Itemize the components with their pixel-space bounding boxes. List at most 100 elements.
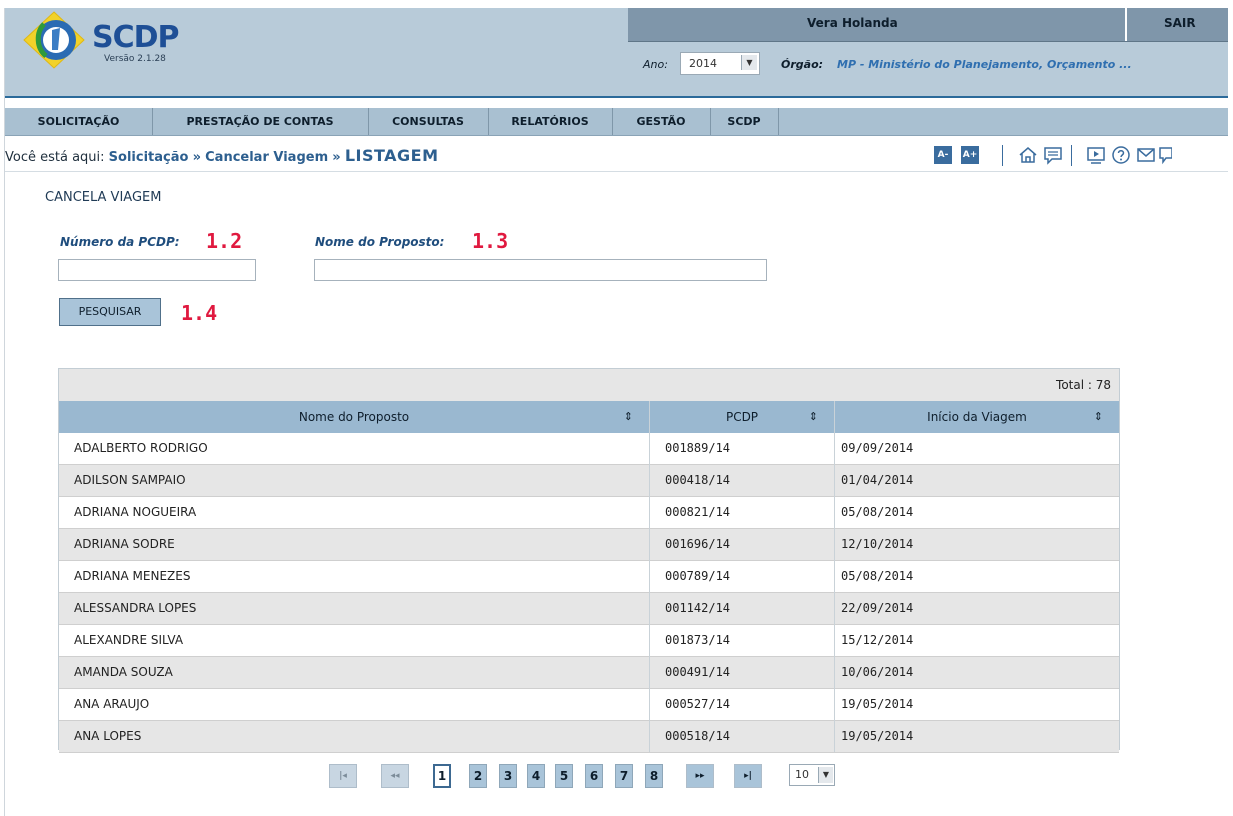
- table-row[interactable]: ANA LOPES 000518/14 19/05/2014: [59, 721, 1119, 753]
- cell-inicio: 15/12/2014: [841, 633, 914, 647]
- search-button[interactable]: PESQUISAR: [59, 298, 161, 326]
- organ-label: Órgão:: [781, 58, 824, 71]
- cell-inicio: 22/09/2014: [841, 601, 914, 615]
- sort-icon[interactable]: ⇕: [1094, 401, 1103, 433]
- page-button-6[interactable]: 6: [585, 764, 603, 788]
- column-header-pcdp[interactable]: PCDP ⇕: [650, 401, 834, 433]
- cell-inicio: 05/08/2014: [841, 505, 914, 519]
- cell-nome: ALEXANDRE SILVA: [74, 633, 184, 647]
- page-button-5[interactable]: 5: [555, 764, 573, 788]
- breadcrumb-separator-icon: »: [332, 150, 341, 165]
- table-row[interactable]: ADILSON SAMPAIO 000418/14 01/04/2014: [59, 465, 1119, 497]
- cell-pcdp: 001873/14: [665, 633, 731, 647]
- cell-nome: AMANDA SOUZA: [74, 665, 173, 679]
- video-icon[interactable]: [1085, 144, 1107, 166]
- column-header-inicio[interactable]: Início da Viagem ⇕: [835, 401, 1119, 433]
- table-row[interactable]: ADALBERTO RODRIGO 001889/14 09/09/2014: [59, 433, 1119, 465]
- menu-item-consultas[interactable]: CONSULTAS: [368, 108, 489, 135]
- cell-nome: ANA ARAUJO: [74, 697, 150, 711]
- table-row[interactable]: AMANDA SOUZA 000491/14 10/06/2014: [59, 657, 1119, 689]
- app-version: Versão 2.1.28: [104, 54, 166, 64]
- mail-icon[interactable]: [1135, 144, 1157, 166]
- table-row[interactable]: ANA ARAUJO 000527/14 19/05/2014: [59, 689, 1119, 721]
- cell-nome: ADILSON SAMPAIO: [74, 473, 186, 487]
- font-decrease-button[interactable]: A-: [934, 146, 952, 164]
- table-row[interactable]: ADRIANA SODRE 001696/14 12/10/2014: [59, 529, 1119, 561]
- breadcrumb-prefix: Você está aqui:: [5, 150, 105, 165]
- cell-inicio: 10/06/2014: [841, 665, 914, 679]
- menu-item-relatorios[interactable]: RELATÓRIOS: [488, 108, 613, 135]
- column-header-nome[interactable]: Nome do Proposto ⇕: [59, 401, 649, 433]
- cell-inicio: 09/09/2014: [841, 441, 914, 455]
- cell-nome: ADRIANA MENEZES: [74, 569, 191, 583]
- organ-value[interactable]: MP - Ministério do Planejamento, Orçamen…: [837, 58, 1132, 71]
- table-toolbar: [59, 369, 1119, 401]
- chat-icon[interactable]: [1042, 144, 1064, 166]
- divider: [1002, 145, 1003, 166]
- column-header-label: Início da Viagem: [927, 410, 1027, 424]
- cell-pcdp: 000418/14: [665, 473, 731, 487]
- cell-pcdp: 000789/14: [665, 569, 731, 583]
- cell-pcdp: 000491/14: [665, 665, 731, 679]
- page-size-select[interactable]: 10 ▼: [789, 764, 835, 786]
- menu-item-gestao[interactable]: GESTÃO: [612, 108, 711, 135]
- page-button-1[interactable]: 1: [433, 764, 451, 788]
- pcdp-label: Número da PCDP:: [60, 235, 180, 249]
- breadcrumb: Você está aqui: Solicitação » Cancelar V…: [5, 146, 439, 165]
- home-icon[interactable]: [1017, 144, 1039, 166]
- breadcrumb-item-solicitacao[interactable]: Solicitação: [109, 150, 189, 165]
- main-menu: SOLICITAÇÃO PRESTAÇÃO DE CONTAS CONSULTA…: [5, 108, 1228, 136]
- divider: [5, 171, 1228, 172]
- column-divider: [649, 401, 650, 752]
- column-divider: [834, 401, 835, 752]
- table-row[interactable]: ALESSANDRA LOPES 001142/14 22/09/2014: [59, 593, 1119, 625]
- column-header-label: Nome do Proposto: [298, 410, 410, 424]
- breadcrumb-item-cancelar-viagem[interactable]: Cancelar Viagem: [205, 150, 328, 165]
- page-button-7[interactable]: 7: [615, 764, 633, 788]
- next-page-button[interactable]: ▸▸: [686, 764, 714, 788]
- divider: [1071, 145, 1072, 166]
- cell-pcdp: 000527/14: [665, 697, 731, 711]
- cell-nome: ALESSANDRA LOPES: [74, 601, 197, 615]
- cell-inicio: 19/05/2014: [841, 697, 914, 711]
- chevron-down-icon[interactable]: ▼: [818, 767, 833, 783]
- page-button-8[interactable]: 8: [645, 764, 663, 788]
- annotation-1-3: 1.3: [472, 229, 509, 253]
- year-select-value: 2014: [689, 57, 717, 70]
- breadcrumb-current: LISTAGEM: [344, 146, 439, 165]
- last-page-button[interactable]: ▸|: [734, 764, 762, 788]
- total-count: Total : 78: [1056, 378, 1111, 392]
- year-select[interactable]: 2014 ▼: [680, 52, 760, 75]
- help-icon[interactable]: [1110, 144, 1132, 166]
- page-button-4[interactable]: 4: [527, 764, 545, 788]
- prev-page-button[interactable]: ◂◂: [381, 764, 409, 788]
- chevron-down-icon[interactable]: ▼: [741, 55, 757, 70]
- menu-item-prestacao-de-contas[interactable]: PRESTAÇÃO DE CONTAS: [152, 108, 369, 135]
- page-button-2[interactable]: 2: [469, 764, 487, 788]
- table-row[interactable]: ALEXANDRE SILVA 001873/14 15/12/2014: [59, 625, 1119, 657]
- cell-nome: ADRIANA NOGUEIRA: [74, 505, 197, 519]
- feedback-icon[interactable]: [1158, 144, 1172, 166]
- page-size-value: 10: [795, 768, 809, 781]
- breadcrumb-separator-icon: »: [192, 150, 201, 165]
- proposto-input[interactable]: [314, 259, 767, 281]
- sort-icon[interactable]: ⇕: [624, 401, 633, 433]
- app-brand: SCDP: [92, 20, 180, 55]
- menu-item-solicitacao[interactable]: SOLICITAÇÃO: [5, 108, 153, 135]
- first-page-button[interactable]: |◂: [329, 764, 357, 788]
- year-label: Ano:: [643, 58, 668, 71]
- user-bar: [628, 8, 1228, 42]
- table-row[interactable]: ADRIANA MENEZES 000789/14 05/08/2014: [59, 561, 1119, 593]
- table-row[interactable]: ADRIANA NOGUEIRA 000821/14 05/08/2014: [59, 497, 1119, 529]
- page-button-3[interactable]: 3: [499, 764, 517, 788]
- cell-pcdp: 001696/14: [665, 537, 731, 551]
- sort-icon[interactable]: ⇕: [809, 401, 818, 433]
- cell-nome: ADALBERTO RODRIGO: [74, 441, 208, 455]
- pcdp-input[interactable]: [58, 259, 256, 281]
- menu-item-scdp[interactable]: SCDP: [710, 108, 779, 135]
- logout-button[interactable]: SAIR: [1164, 16, 1196, 30]
- cell-inicio: 05/08/2014: [841, 569, 914, 583]
- cell-pcdp: 001889/14: [665, 441, 731, 455]
- cell-inicio: 19/05/2014: [841, 729, 914, 743]
- font-increase-button[interactable]: A+: [961, 146, 979, 164]
